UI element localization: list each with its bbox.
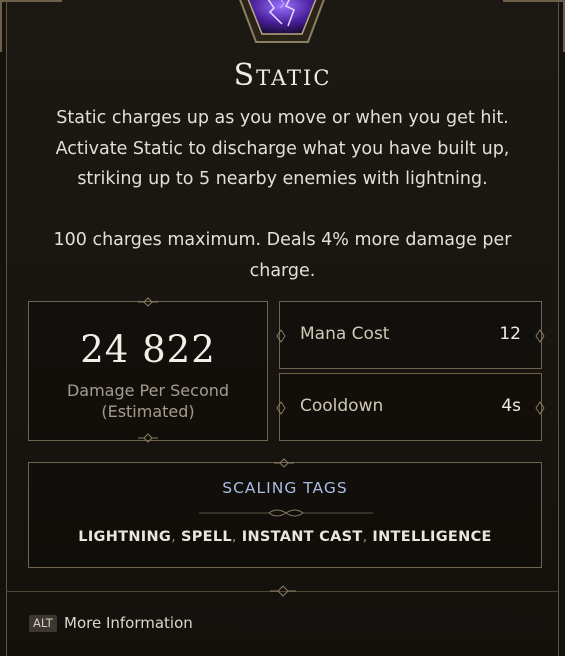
- description-line: Activate Static to discharge what you ha…: [55, 138, 510, 159]
- stat-name: Mana Cost: [300, 324, 390, 344]
- description-line: 100 charges maximum. Deals 4% more damag…: [53, 230, 512, 250]
- diamond-ornament-icon: [535, 329, 545, 343]
- diamond-ornament-icon: [276, 329, 286, 343]
- damage-label: Damage Per Second (Estimated): [29, 380, 267, 422]
- scaling-tag: LIGHTNING: [78, 529, 172, 545]
- frame-corner-right: [503, 0, 565, 52]
- mana-cost-box: Mana Cost 12: [276, 301, 545, 369]
- diamond-ornament-icon: [276, 401, 286, 415]
- stat-value: 12: [499, 324, 521, 344]
- more-information-label[interactable]: More Information: [64, 614, 193, 632]
- divider-ornament-icon: [199, 509, 373, 517]
- stat-name: Cooldown: [300, 396, 384, 416]
- ornament-icon: [270, 585, 296, 597]
- alt-key-badge[interactable]: ALT: [29, 615, 57, 632]
- ornament-icon: [138, 433, 158, 443]
- damage-label-text: Damage Per Second: [66, 381, 230, 400]
- stat-value: 4s: [501, 396, 521, 416]
- damage-value: 24 822: [80, 328, 216, 371]
- skill-title: Static: [233, 58, 332, 93]
- scaling-tag: SPELL: [180, 529, 232, 545]
- description-line: charge.: [249, 260, 316, 281]
- damage-sublabel-text: (Estimated): [101, 402, 195, 421]
- ornament-icon: [138, 297, 158, 307]
- damage-box: 24 822 Damage Per Second (Estimated): [28, 301, 268, 441]
- description-line: Static charges up as you move or when yo…: [56, 108, 509, 128]
- diamond-ornament-icon: [535, 401, 545, 415]
- skill-description: Static charges up as you move or when yo…: [20, 103, 545, 195]
- lightning-storm-icon: [239, 0, 325, 43]
- frame-corner-left: [0, 0, 62, 52]
- scaling-tags-box: SCALING TAGS LIGHTNING, SPELL, INSTANT C…: [28, 462, 542, 568]
- scaling-tags-title: SCALING TAGS: [222, 479, 348, 497]
- cooldown-box: Cooldown 4s: [276, 373, 545, 441]
- scaling-tags-list: LIGHTNING, SPELL, INSTANT CAST, INTELLIG…: [78, 529, 492, 545]
- scaling-tag: INSTANT CAST: [241, 529, 363, 545]
- scaling-tag: INTELLIGENCE: [372, 529, 492, 545]
- skill-extra-description: 100 charges maximum. Deals 4% more damag…: [20, 225, 545, 286]
- ornament-icon: [274, 458, 294, 468]
- description-line: striking up to 5 nearby enemies with lig…: [77, 169, 488, 189]
